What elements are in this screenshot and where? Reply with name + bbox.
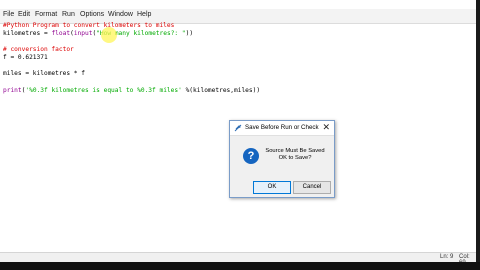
dialog-title-bar: Save Before Run or Check ✕: [230, 121, 334, 136]
menu-edit[interactable]: Edit: [18, 11, 30, 18]
dialog-message: Source Must Be Saved OK to Save?: [262, 148, 328, 162]
code-line-2: kilometres = float(input("How many kilom…: [3, 30, 194, 37]
code-line-9: print('%0.3f kilometres is equal to %0.3…: [3, 87, 261, 94]
question-icon: ?: [243, 148, 259, 164]
taskbar-strip: [0, 262, 480, 270]
dialog-message-line-2: OK to Save?: [278, 155, 312, 161]
menu-help[interactable]: Help: [137, 11, 151, 18]
menu-run[interactable]: Run: [62, 11, 75, 18]
close-icon[interactable]: ✕: [322, 122, 330, 133]
idle-editor-window: File Edit Format Run Options Window Help…: [0, 0, 476, 266]
idle-feather-icon: [234, 124, 242, 132]
dialog-message-line-1: Source Must Be Saved: [265, 148, 325, 154]
code-line-5: f = 0.621371: [3, 54, 48, 61]
save-before-run-dialog: Save Before Run or Check ✕ ? Source Must…: [229, 120, 335, 198]
code-line-1: #Python Program to convert kilometers to…: [3, 22, 175, 29]
status-line: Ln: 9: [440, 254, 454, 260]
code-line-7: miles = kilometres * f: [3, 70, 85, 77]
menu-window[interactable]: Window: [108, 11, 133, 18]
ok-button[interactable]: OK: [253, 181, 291, 194]
dialog-title: Save Before Run or Check: [245, 124, 319, 131]
code-line-4: # conversion factor: [3, 46, 74, 53]
menu-file[interactable]: File: [3, 11, 14, 18]
menu-format[interactable]: Format: [35, 11, 57, 18]
mouse-cursor-highlight: [101, 27, 117, 43]
window-edge: [476, 0, 480, 270]
cancel-button[interactable]: Cancel: [293, 181, 331, 194]
menu-options[interactable]: Options: [80, 11, 104, 18]
